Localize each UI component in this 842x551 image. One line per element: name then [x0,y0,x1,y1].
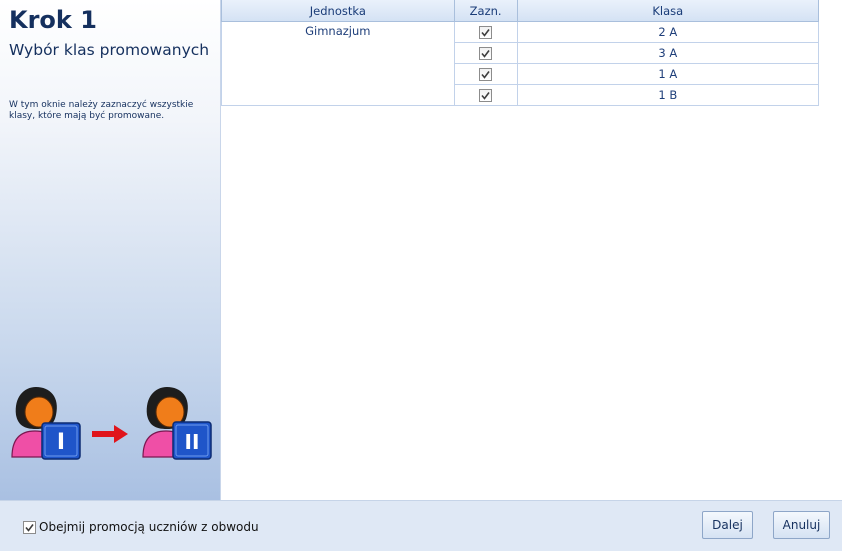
select-class-checkbox[interactable] [479,26,493,39]
cancel-button[interactable]: Anuluj [773,511,830,539]
select-class-checkbox[interactable] [479,89,493,102]
badge-icon: II [172,421,212,460]
class-cell: 1 B [516,84,820,106]
next-button[interactable]: Dalej [702,511,753,539]
table-header-row: Jednostka Zazn. Klasa [221,0,820,22]
column-header-class[interactable]: Klasa [516,0,820,22]
arrow-right-icon [92,425,128,443]
selected-cell [453,63,518,85]
select-class-checkbox[interactable] [479,68,493,81]
include-district-checkbox[interactable] [23,520,36,534]
badge-ii-label: II [185,430,200,454]
badge-icon: I [41,422,81,460]
step-subtitle: Wybór klas promowanych [9,41,210,59]
unit-cell: Gimnazjum [221,21,455,106]
class-cell: 3 A [516,42,820,64]
class-promotion-illustration: I II [11,387,212,460]
include-district-option[interactable]: Obejmij promocją uczniów z obwodu [23,520,259,534]
checkmark-icon [481,50,490,58]
step-description: W tym oknie należy zaznaczyć wszystkie k… [9,100,194,121]
classes-table: Jednostka Zazn. Klasa Gimnazjum 2 A 3 A [221,0,820,106]
checkmark-icon [481,29,490,37]
selected-cell [453,21,518,43]
class-cell: 1 A [516,63,820,85]
wizard-sidebar: Krok 1 Wybór klas promowanych W tym okni… [0,0,221,500]
column-header-unit[interactable]: Jednostka [221,0,455,22]
main-panel: Jednostka Zazn. Klasa Gimnazjum 2 A 3 A [221,0,842,500]
class-cell: 2 A [516,21,820,43]
checkmark-icon [481,92,490,100]
select-class-checkbox[interactable] [479,47,493,60]
badge-i-label: I [57,430,65,455]
include-district-label: Obejmij promocją uczniów z obwodu [39,520,259,534]
table-row: Gimnazjum 2 A [221,21,820,106]
selected-cell [453,42,518,64]
wizard-footer: Obejmij promocją uczniów z obwodu Dalej … [0,500,842,551]
checkmark-icon [25,523,34,532]
step-title: Krok 1 [9,6,97,34]
column-header-selected[interactable]: Zazn. [453,0,518,22]
selected-cell [453,84,518,106]
checkmark-icon [481,71,490,79]
